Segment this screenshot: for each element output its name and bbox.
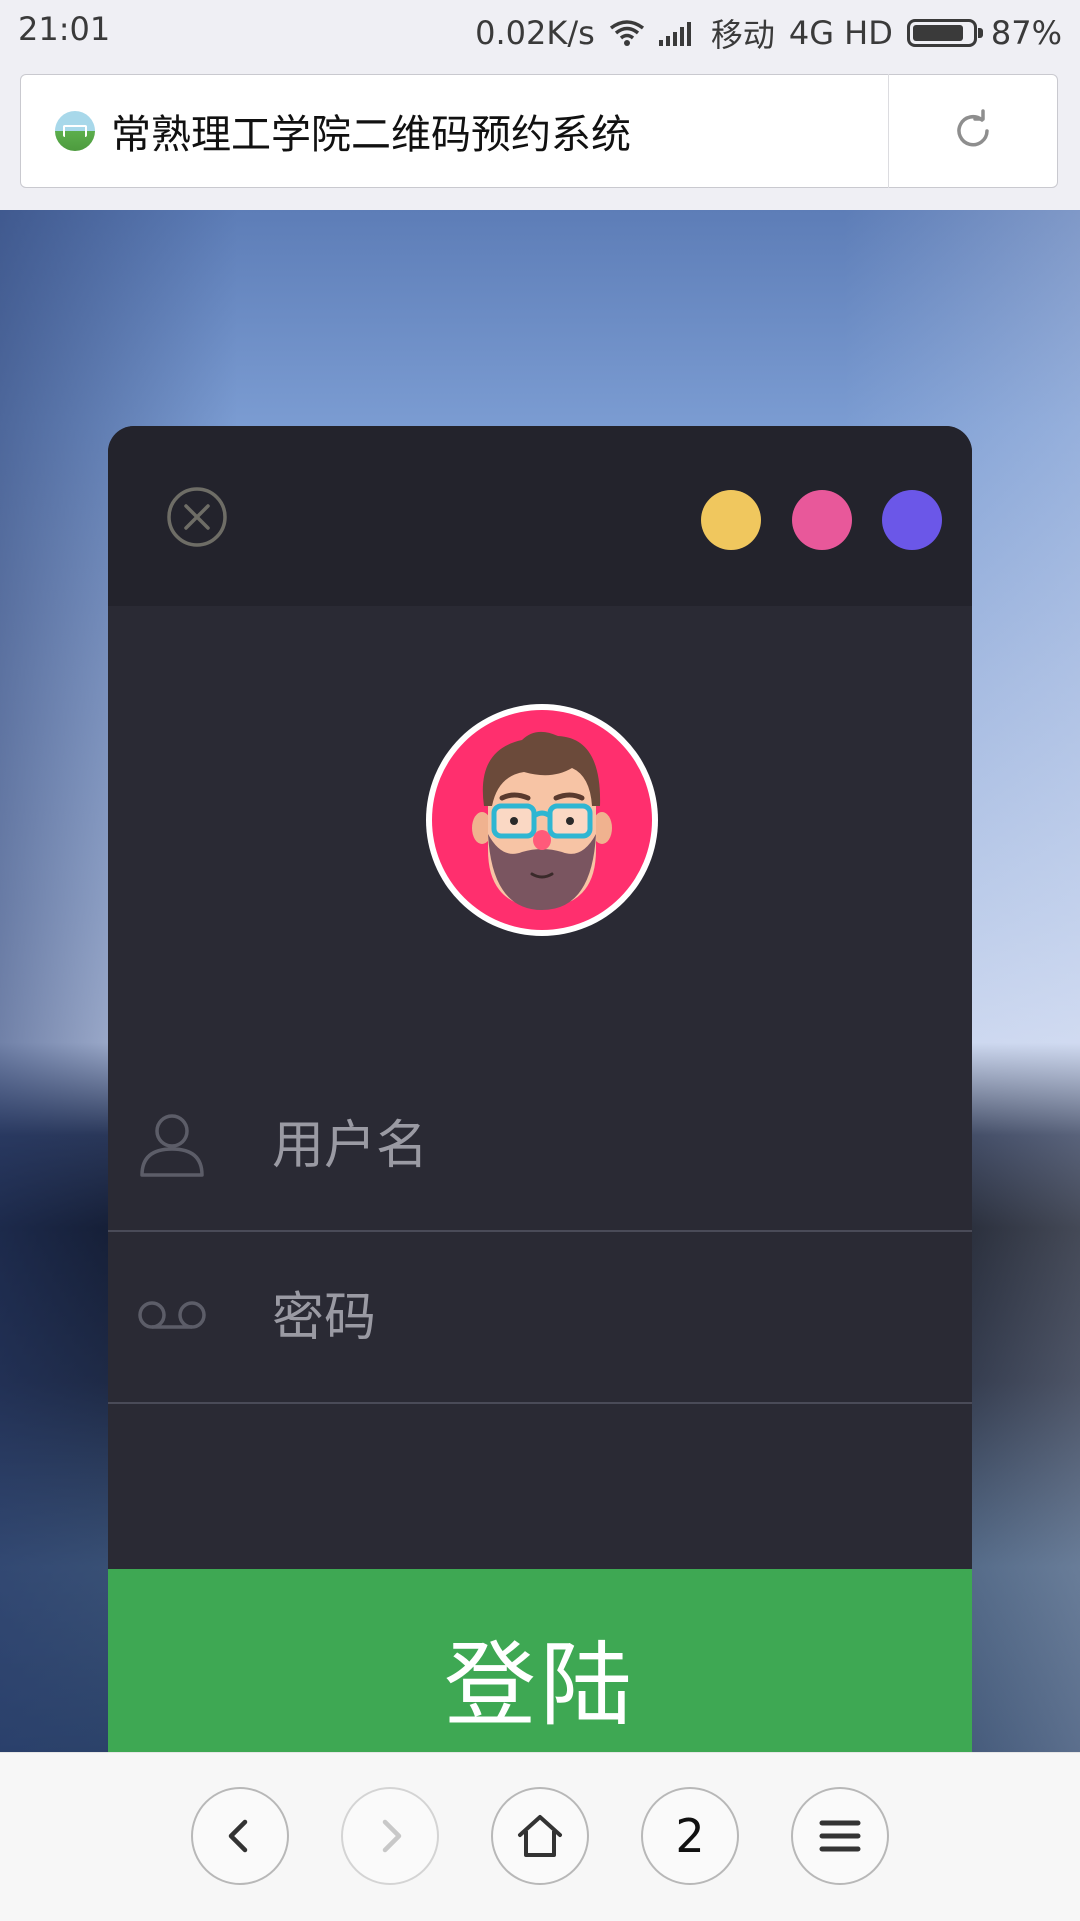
carrier-name: 移动	[710, 16, 775, 54]
password-input[interactable]	[270, 1232, 924, 1404]
back-button[interactable]	[191, 1787, 289, 1885]
voicemail-key-icon	[136, 1295, 208, 1339]
close-button[interactable]	[166, 486, 228, 548]
browser-toolbar: 2	[0, 1752, 1080, 1921]
close-circle-icon	[167, 487, 227, 547]
login-panel: 登陆	[108, 426, 972, 1752]
reload-button[interactable]	[889, 75, 1057, 187]
status-indicators: 0.02K/s 移动 4G HD 87%	[475, 10, 1062, 56]
username-row	[108, 1060, 972, 1232]
status-bar: 21:01 0.02K/s 移动 4G HD 87%	[0, 0, 1080, 62]
user-icon	[136, 1107, 208, 1183]
battery-fill	[912, 25, 963, 41]
hamburger-menu-icon	[819, 1820, 861, 1852]
chevron-left-icon	[228, 1819, 248, 1853]
site-favicon-icon	[55, 111, 95, 151]
theme-dot-purple[interactable]	[882, 490, 942, 550]
username-input[interactable]	[270, 1060, 924, 1232]
status-time: 21:01	[18, 10, 111, 48]
chevron-right-icon	[382, 1819, 402, 1853]
login-button[interactable]: 登陆	[108, 1569, 972, 1752]
theme-dot-yellow[interactable]	[701, 490, 761, 550]
network-speed: 0.02K/s	[475, 14, 595, 52]
password-row	[108, 1232, 972, 1404]
menu-button[interactable]	[791, 1787, 889, 1885]
network-type: 4G HD	[788, 14, 893, 52]
page-title[interactable]: 常熟理工学院二维码预约系统	[111, 102, 888, 160]
wifi-icon	[609, 19, 645, 47]
bearded-man-avatar-icon	[432, 710, 652, 930]
address-bar[interactable]: 常熟理工学院二维码预约系统	[20, 74, 1058, 188]
avatar	[426, 704, 658, 936]
signal-icon	[658, 20, 697, 46]
forward-button[interactable]	[341, 1787, 439, 1885]
battery-icon	[906, 19, 983, 47]
home-button[interactable]	[491, 1787, 589, 1885]
theme-dot-pink[interactable]	[792, 490, 852, 550]
home-icon	[518, 1815, 562, 1857]
tabs-button[interactable]: 2	[641, 1787, 739, 1885]
panel-header	[108, 426, 972, 606]
reload-icon	[957, 109, 989, 147]
battery-percent: 87%	[990, 14, 1062, 52]
